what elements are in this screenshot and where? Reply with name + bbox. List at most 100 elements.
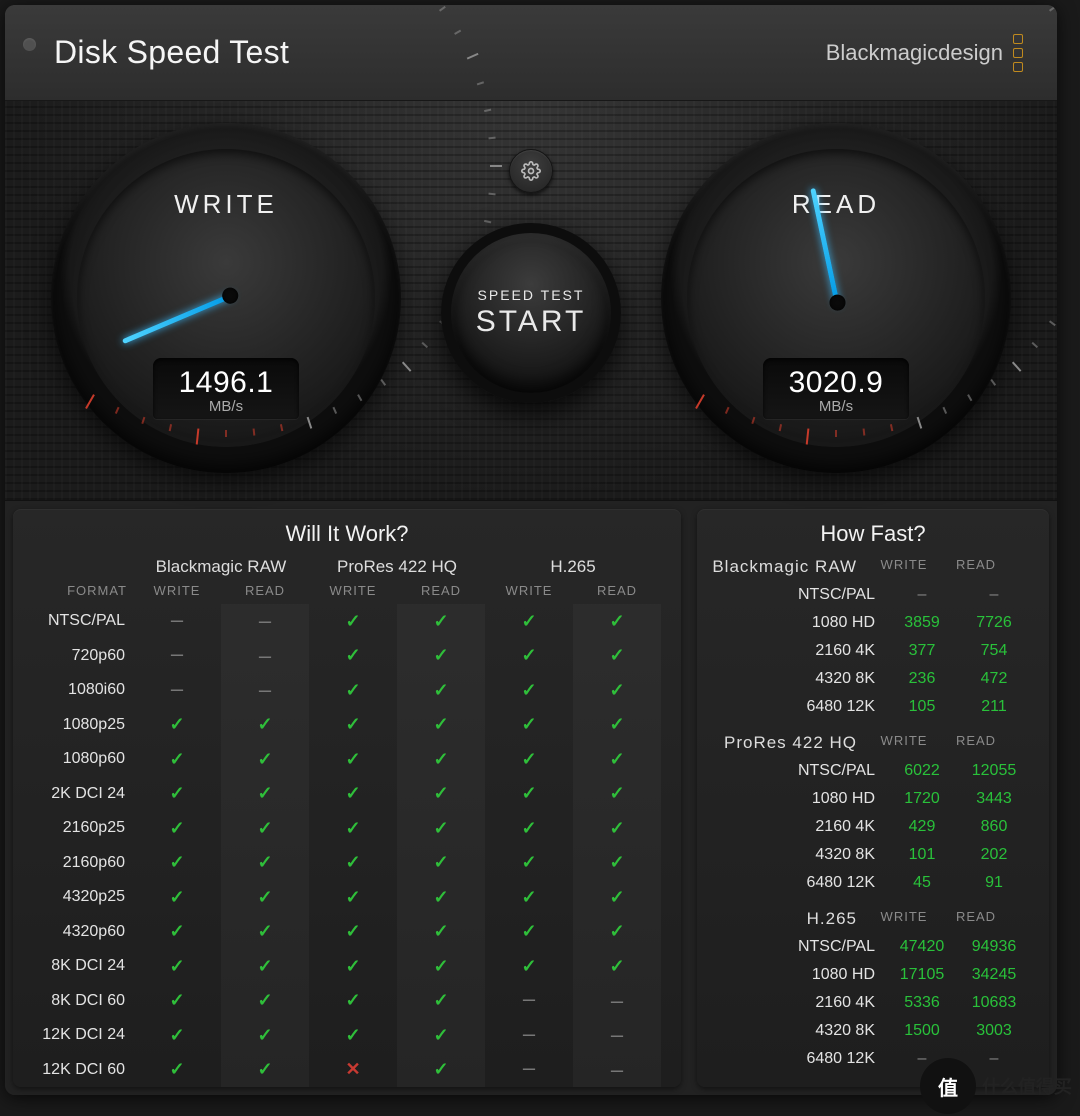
format-label: 12K DCI 60 xyxy=(21,1061,133,1079)
wiw-cell: ✓ xyxy=(221,777,309,812)
hf-read-value: 860 xyxy=(957,818,1031,836)
wiw-cell: ✓ xyxy=(397,846,485,881)
hf-format: 4320 8K xyxy=(697,846,887,864)
wiw-cell: ✓ xyxy=(221,1018,309,1053)
wiw-cell: ✓ xyxy=(573,915,661,950)
wiw-cell: ✓ xyxy=(573,777,661,812)
hf-write-value: 5336 xyxy=(887,994,957,1012)
wiw-cell: ✓ xyxy=(397,880,485,915)
wiw-cell: – xyxy=(573,1053,661,1088)
wiw-cell: ✓ xyxy=(133,956,221,977)
wiw-cell: ✓ xyxy=(221,708,309,743)
format-label: 1080p25 xyxy=(21,716,133,734)
wiw-cell: ✓ xyxy=(309,921,397,942)
wiw-cell: ✓ xyxy=(397,949,485,984)
wiw-cell: ✓ xyxy=(397,742,485,777)
read-value: 3020.9 xyxy=(763,366,909,400)
hf-read-value: 10683 xyxy=(957,994,1031,1012)
format-header: FORMAT xyxy=(21,583,133,598)
hf-row: 6480 12K 45 91 xyxy=(697,869,1031,897)
settings-button[interactable] xyxy=(509,149,553,193)
wiw-row: 4320p25✓✓✓✓✓✓ xyxy=(21,880,669,915)
format-label: 2K DCI 24 xyxy=(21,785,133,803)
wiw-cell: ✓ xyxy=(573,673,661,708)
hf-codec-label: Blackmagic RAW xyxy=(697,557,869,577)
wiw-cell: ✓ xyxy=(573,708,661,743)
wiw-cell: ✓ xyxy=(221,984,309,1019)
hf-row: NTSC/PAL 47420 94936 xyxy=(697,933,1031,961)
hf-read-value: 34245 xyxy=(957,966,1031,984)
wiw-cell: ✓ xyxy=(309,818,397,839)
wiw-cell: ✓ xyxy=(573,880,661,915)
wiw-cell: ✓ xyxy=(397,673,485,708)
wiw-cell: ✓ xyxy=(485,783,573,804)
wiw-cell: ✓ xyxy=(485,611,573,632)
hf-title: How Fast? xyxy=(697,509,1049,557)
hf-write-value: 101 xyxy=(887,846,957,864)
app-title: Disk Speed Test xyxy=(54,34,289,71)
hf-write-value: 47420 xyxy=(887,938,957,956)
app-window: Disk Speed Test Blackmagicdesign WRITE 1… xyxy=(5,5,1057,1095)
wiw-cell: ✓ xyxy=(309,852,397,873)
wiw-cell: ✓ xyxy=(133,1025,221,1046)
hf-read-value: 91 xyxy=(957,874,1031,892)
wiw-cell: ✓ xyxy=(573,742,661,777)
wiw-cell: ✓ xyxy=(309,887,397,908)
hf-write-value: 105 xyxy=(887,698,957,716)
wiw-cell: – xyxy=(221,639,309,674)
hf-read-value: 472 xyxy=(957,670,1031,688)
wiw-row: 2160p25✓✓✓✓✓✓ xyxy=(21,811,669,846)
wiw-row: 1080p25✓✓✓✓✓✓ xyxy=(21,708,669,743)
wiw-cell: – xyxy=(485,990,573,1011)
wiw-cell: ✓ xyxy=(573,604,661,639)
wiw-row: 8K DCI 60✓✓✓✓–– xyxy=(21,984,669,1019)
start-button[interactable]: SPEED TEST START xyxy=(441,223,621,403)
hf-row: 6480 12K 105 211 xyxy=(697,693,1031,721)
wiw-cell: ✓ xyxy=(221,846,309,881)
wiw-cell: ✓ xyxy=(133,783,221,804)
hf-row: 4320 8K 236 472 xyxy=(697,665,1031,693)
hf-format: 6480 12K xyxy=(697,1050,887,1068)
hf-row: NTSC/PAL 6022 12055 xyxy=(697,757,1031,785)
watermark: 值 什么值得买 xyxy=(920,1058,1072,1114)
how-fast-panel: How Fast? Blackmagic RAW WRITEREADNTSC/P… xyxy=(697,509,1049,1087)
wiw-cell: ✓ xyxy=(309,956,397,977)
wiw-cell: ✓ xyxy=(309,680,397,701)
wiw-cell: ✓ xyxy=(485,680,573,701)
hf-row: 2160 4K 5336 10683 xyxy=(697,989,1031,1017)
hf-format: NTSC/PAL xyxy=(697,762,887,780)
wiw-cell: ✓ xyxy=(397,708,485,743)
wiw-cell: ✓ xyxy=(397,1018,485,1053)
wiw-cell: ✓ xyxy=(397,639,485,674)
format-label: 8K DCI 60 xyxy=(21,992,133,1010)
read-gauge: READ 3020.9 MB/s xyxy=(661,123,1011,473)
hf-format: 4320 8K xyxy=(697,1022,887,1040)
format-label: 2160p60 xyxy=(21,854,133,872)
hf-format: 2160 4K xyxy=(697,994,887,1012)
wiw-cell: – xyxy=(573,984,661,1019)
hf-row: 2160 4K 429 860 xyxy=(697,813,1031,841)
hf-read-value: 211 xyxy=(957,698,1031,716)
header: Disk Speed Test Blackmagicdesign xyxy=(5,5,1057,101)
wiw-row: 720p60––✓✓✓✓ xyxy=(21,639,669,674)
wiw-cell: – xyxy=(221,673,309,708)
wiw-cell: ✓ xyxy=(573,846,661,881)
wiw-cell: ✓ xyxy=(485,852,573,873)
hf-format: 2160 4K xyxy=(697,818,887,836)
brand: Blackmagicdesign xyxy=(826,34,1023,72)
wiw-cell: – xyxy=(133,680,221,701)
wiw-cell: – xyxy=(221,604,309,639)
format-label: 1080i60 xyxy=(21,681,133,699)
wiw-row: 2K DCI 24✓✓✓✓✓✓ xyxy=(21,777,669,812)
write-value: 1496.1 xyxy=(153,366,299,400)
wiw-cell: ✓ xyxy=(221,949,309,984)
wiw-cell: ✓ xyxy=(485,921,573,942)
hf-row: 2160 4K 377 754 xyxy=(697,637,1031,665)
close-window-button[interactable] xyxy=(23,38,36,51)
wiw-cell: ✓ xyxy=(397,915,485,950)
wiw-cell: ✓ xyxy=(397,1053,485,1088)
read-readout: 3020.9 MB/s xyxy=(763,358,909,419)
wiw-cell: ✓ xyxy=(309,611,397,632)
wiw-cell: ✓ xyxy=(133,990,221,1011)
wiw-cell: ✓ xyxy=(221,811,309,846)
